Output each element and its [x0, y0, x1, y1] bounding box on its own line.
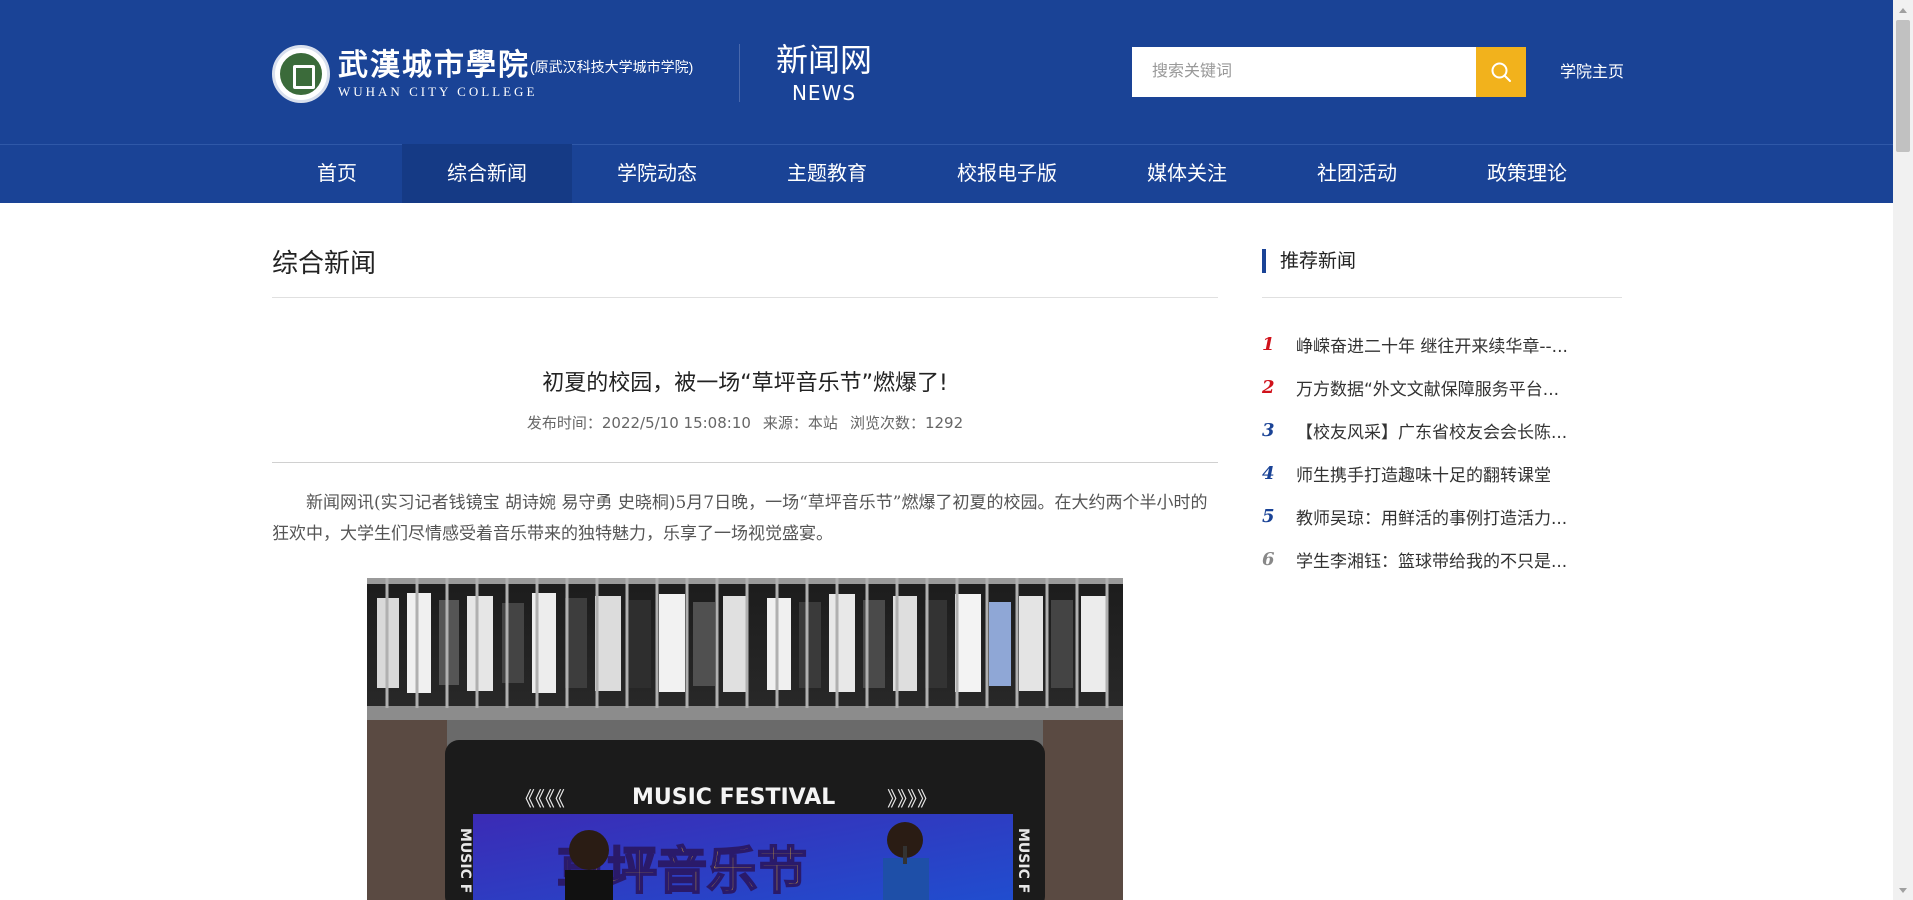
logo-former-name: (原武汉科技大学城市学院) [530, 58, 694, 75]
scrollbar-thumb[interactable] [1896, 20, 1910, 152]
banner-side-text-left: MUSIC F [457, 828, 473, 893]
list-item[interactable]: 2 万方数据“外文文献保障服务平台... [1262, 366, 1622, 409]
news-link[interactable]: 学生李湘钰：篮球带给我的不只是... [1296, 547, 1622, 572]
nav-item-policy-theory[interactable]: 政策理论 [1442, 144, 1612, 203]
logo-english-name: WUHAN CITY COLLEGE [338, 83, 538, 99]
search-input[interactable] [1132, 47, 1476, 97]
header-divider [739, 44, 740, 102]
article-paragraph: 新闻网讯(实习记者钱镜宝 胡诗婉 易守勇 史晓桐)5月7日晚，一场“草坪音乐节”… [272, 493, 1208, 544]
site-name-cn: 新闻网 [775, 41, 872, 79]
article-source: 来源：本站 [762, 414, 838, 432]
college-logo[interactable]: 武漢城市學院(原武汉科技大学城市学院) WUHAN CITY COLLEGE [272, 44, 693, 104]
article-photo: 《《《《 》》》》 MUSIC FESTIVAL 草坪音乐节 MUSIC F M… [367, 578, 1123, 900]
news-link[interactable]: 万方数据“外文文献保障服务平台... [1296, 375, 1622, 400]
rank-number: 6 [1262, 549, 1275, 570]
article-meta: 发布时间：2022/5/10 15:08:10 来源：本站 浏览次数：1292 [272, 410, 1218, 436]
list-item[interactable]: 5 教师吴琼：用鲜活的事例打造活力... [1262, 495, 1622, 538]
list-item[interactable]: 6 学生李湘钰：篮球带给我的不只是... [1262, 538, 1622, 581]
news-link[interactable]: 教师吴琼：用鲜活的事例打造活力... [1296, 504, 1622, 529]
search-button[interactable] [1476, 47, 1526, 97]
news-link[interactable]: 师生携手打造趣味十足的翻转课堂 [1296, 461, 1622, 486]
banner-music-festival: MUSIC FESTIVAL [632, 785, 835, 810]
list-item[interactable]: 3 【校友风采】广东省校友会会长陈... [1262, 409, 1622, 452]
nav-item-media-focus[interactable]: 媒体关注 [1102, 144, 1272, 203]
page-scrollbar[interactable] [1893, 0, 1913, 900]
list-item[interactable]: 4 师生携手打造趣味十足的翻转课堂 [1262, 452, 1622, 495]
article-title: 初夏的校园，被一场“草坪音乐节”燃爆了! [542, 371, 948, 396]
logo-chinese-name: 武漢城市學院(原武汉科技大学城市学院) [338, 47, 694, 83]
view-count: 浏览次数：1292 [849, 414, 964, 432]
recommended-news-heading: 推荐新闻 [1262, 249, 1356, 273]
search-box [1132, 47, 1526, 97]
sidebar-divider [1262, 297, 1622, 298]
section-title: 综合新闻 [272, 249, 377, 279]
article-divider [272, 462, 1218, 463]
nav-item-e-newspaper[interactable]: 校报电子版 [912, 144, 1102, 203]
nav-item-home[interactable]: 首页 [272, 144, 402, 203]
rank-number: 3 [1262, 420, 1275, 441]
recommended-news-list: 1 峥嵘奋进二十年 继往开来续华章--... 2 万方数据“外文文献保障服务平台… [1262, 323, 1622, 581]
rank-number: 4 [1262, 463, 1275, 484]
news-link[interactable]: 【校友风采】广东省校友会会长陈... [1296, 418, 1622, 443]
nav-item-club-activities[interactable]: 社团活动 [1272, 144, 1442, 203]
banner-side-text-right: MUSIC F [1015, 828, 1031, 893]
banner-arrows-left: 《《《《 [515, 787, 565, 811]
rank-number: 2 [1262, 377, 1275, 398]
rank-number: 5 [1262, 506, 1275, 527]
publish-time: 发布时间：2022/5/10 15:08:10 [526, 414, 751, 432]
section-divider [272, 297, 1218, 298]
scroll-up-arrow-icon[interactable] [1893, 2, 1913, 18]
nav-item-theme-education[interactable]: 主题教育 [742, 144, 912, 203]
main-nav: 首页 综合新闻 学院动态 主题教育 校报电子版 媒体关注 社团活动 政策理论 [272, 144, 1612, 203]
news-link[interactable]: 峥嵘奋进二十年 继往开来续华章--... [1296, 332, 1622, 357]
list-item[interactable]: 1 峥嵘奋进二十年 继往开来续华章--... [1262, 323, 1622, 366]
site-name-en: NEWS [791, 81, 857, 105]
nav-item-college-updates[interactable]: 学院动态 [572, 144, 742, 203]
college-seal-icon [272, 45, 330, 103]
scroll-down-arrow-icon[interactable] [1893, 882, 1913, 898]
banner-arrows-right: 》》》》 [887, 787, 937, 811]
site-name: 新闻网 NEWS [772, 40, 876, 106]
search-icon [1491, 62, 1511, 82]
nav-item-general-news[interactable]: 综合新闻 [402, 144, 572, 203]
rank-number: 1 [1262, 334, 1275, 355]
college-home-link[interactable]: 学院主页 [1560, 60, 1624, 84]
